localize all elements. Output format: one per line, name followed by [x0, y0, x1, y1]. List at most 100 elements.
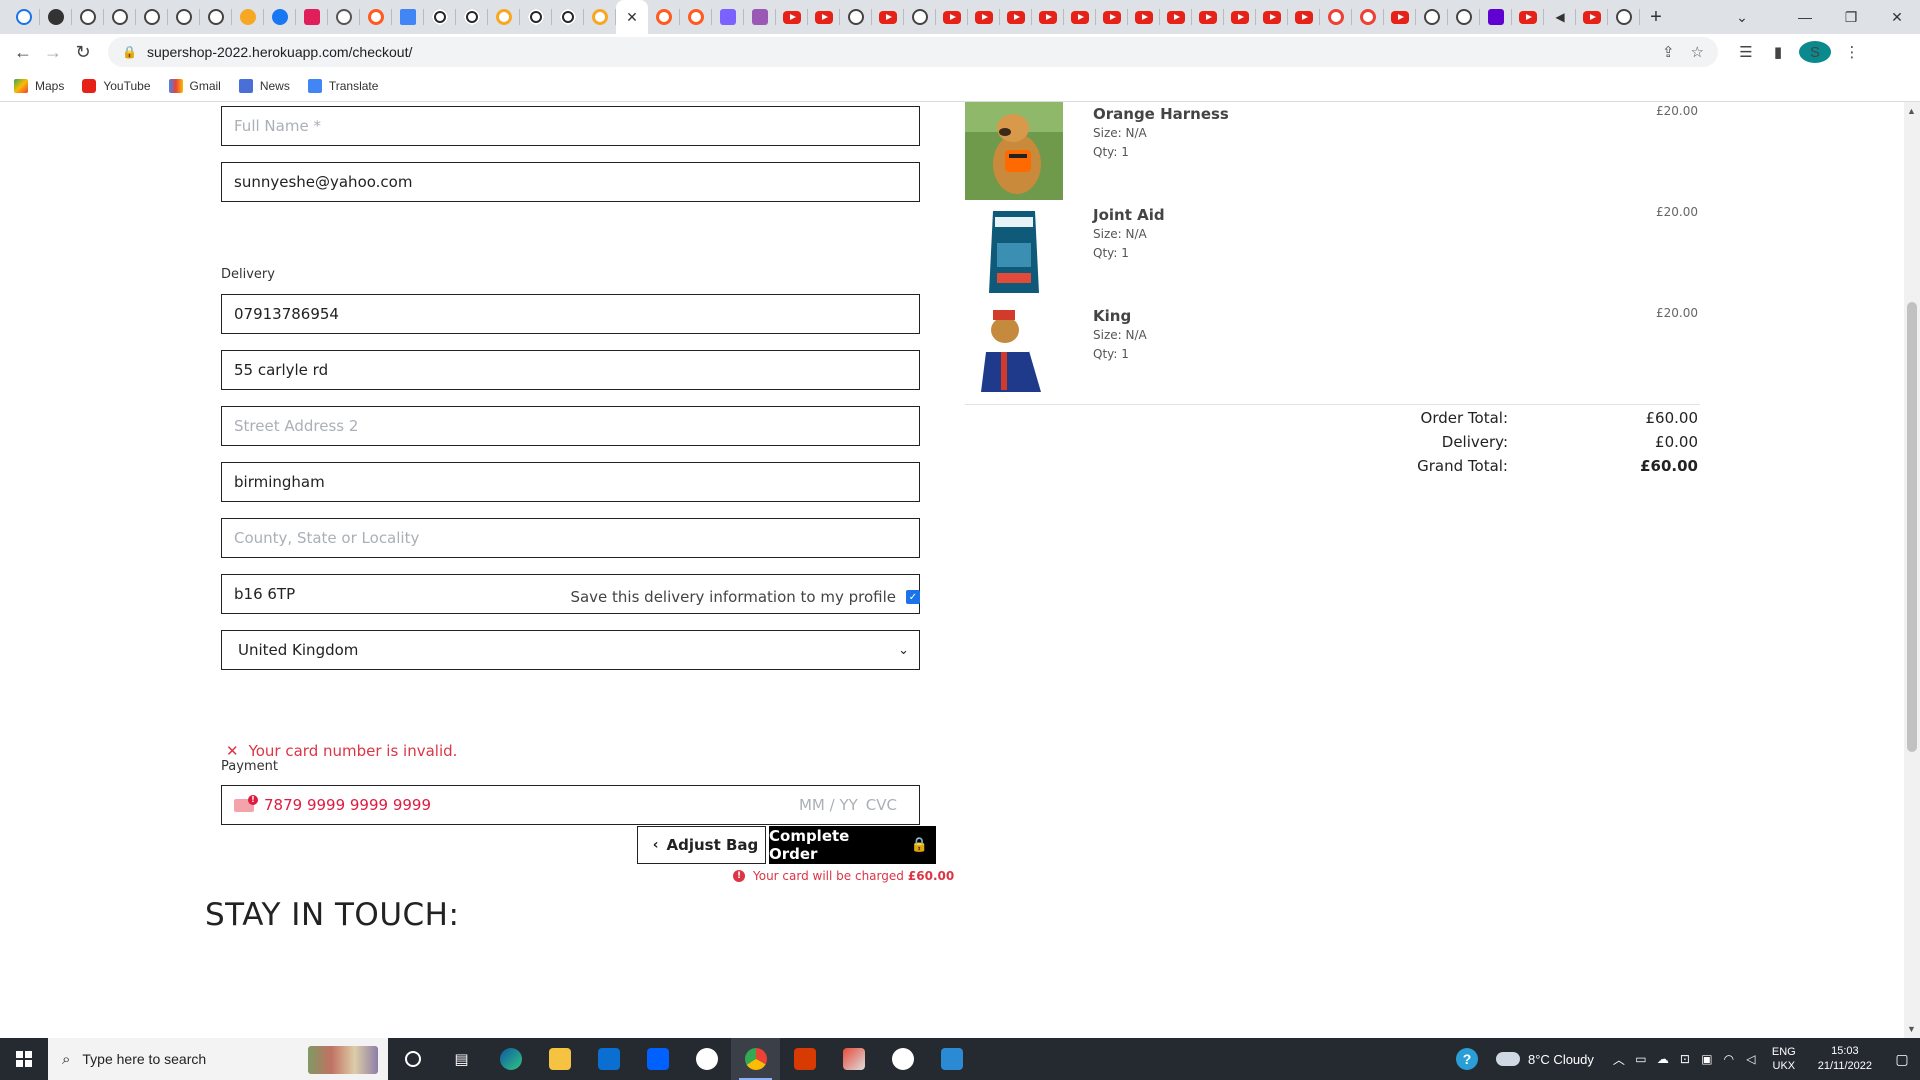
- help-icon[interactable]: ?: [1456, 1048, 1478, 1070]
- file-explorer-app[interactable]: [535, 1038, 584, 1080]
- card-cvc-input[interactable]: CVC: [866, 796, 897, 814]
- notifications-icon[interactable]: ▢: [1884, 1051, 1920, 1068]
- card-number-value[interactable]: 7879 9999 9999 9999: [264, 796, 799, 814]
- scrollbar-thumb[interactable]: [1907, 302, 1917, 752]
- tab-github[interactable]: [424, 0, 456, 34]
- tab-youtube[interactable]: [808, 0, 840, 34]
- close-window-button[interactable]: ✕: [1874, 9, 1920, 26]
- bookmark-youtube[interactable]: YouTube: [82, 78, 151, 93]
- tab-youtube[interactable]: [1192, 0, 1224, 34]
- item-name[interactable]: Joint Aid: [1093, 206, 1165, 224]
- tab-search-icon[interactable]: ⌄: [1722, 9, 1762, 26]
- tab-youtube[interactable]: [1064, 0, 1096, 34]
- country-select[interactable]: United Kingdom ⌄: [221, 630, 920, 670]
- full-name-input[interactable]: Full Name *: [221, 106, 920, 146]
- tab-google[interactable]: [1320, 0, 1352, 34]
- page-scrollbar[interactable]: ▲ ▼: [1904, 102, 1920, 1038]
- phone-input[interactable]: 07913786954: [221, 294, 920, 334]
- new-tab-button[interactable]: +: [1640, 6, 1672, 29]
- bookmark-gmail[interactable]: Gmail: [168, 78, 221, 93]
- github-desktop-app[interactable]: [682, 1038, 731, 1080]
- tab[interactable]: [712, 0, 744, 34]
- tab[interactable]: [648, 0, 680, 34]
- profile-avatar[interactable]: S: [1799, 41, 1831, 63]
- tab-youtube[interactable]: [1256, 0, 1288, 34]
- tab[interactable]: [360, 0, 392, 34]
- scroll-up-arrow[interactable]: ▲: [1907, 106, 1916, 116]
- tab[interactable]: [680, 0, 712, 34]
- street-address-2-input[interactable]: Street Address 2: [221, 406, 920, 446]
- tab-youtube[interactable]: [1032, 0, 1064, 34]
- tab-youtube[interactable]: [1000, 0, 1032, 34]
- adjust-bag-button[interactable]: ‹ Adjust Bag: [637, 826, 766, 864]
- tab-google[interactable]: [1352, 0, 1384, 34]
- save-info-checkbox[interactable]: ✓: [906, 590, 920, 604]
- street-address-1-input[interactable]: 55 carlyle rd: [221, 350, 920, 390]
- tab[interactable]: [1448, 0, 1480, 34]
- close-tab-icon[interactable]: ✕: [626, 9, 638, 26]
- tab[interactable]: [840, 0, 872, 34]
- tab-mail[interactable]: [1480, 0, 1512, 34]
- wifi-icon[interactable]: ◠: [1718, 1052, 1740, 1066]
- product-image-king[interactable]: [965, 304, 1063, 402]
- tab-youtube[interactable]: [936, 0, 968, 34]
- tab-youtube[interactable]: [1384, 0, 1416, 34]
- tab-github[interactable]: [456, 0, 488, 34]
- card-expiry-input[interactable]: MM / YY: [799, 796, 858, 814]
- tab[interactable]: [72, 0, 104, 34]
- item-name[interactable]: Orange Harness: [1093, 105, 1229, 123]
- reading-list-icon[interactable]: ☰: [1730, 43, 1762, 61]
- tab-youtube[interactable]: [1096, 0, 1128, 34]
- side-panel-icon[interactable]: ▮: [1762, 43, 1794, 61]
- tab[interactable]: [104, 0, 136, 34]
- tab[interactable]: [200, 0, 232, 34]
- tab-slack[interactable]: [296, 0, 328, 34]
- url-text[interactable]: supershop-2022.herokuapp.com/checkout/: [147, 44, 1646, 60]
- town-input[interactable]: birmingham: [221, 462, 920, 502]
- edge-app[interactable]: [486, 1038, 535, 1080]
- tab-github[interactable]: [552, 0, 584, 34]
- tab-youtube[interactable]: [1576, 0, 1608, 34]
- cortana-button[interactable]: [388, 1038, 437, 1080]
- tab[interactable]: [1416, 0, 1448, 34]
- tab[interactable]: [744, 0, 776, 34]
- dropbox-app[interactable]: [633, 1038, 682, 1080]
- bookmark-star-icon[interactable]: ☆: [1691, 43, 1704, 61]
- product-image-joint-aid[interactable]: [965, 203, 1063, 301]
- tab-youtube[interactable]: [776, 0, 808, 34]
- tab-youtube[interactable]: [1128, 0, 1160, 34]
- county-input[interactable]: County, State or Locality: [221, 518, 920, 558]
- usb-icon[interactable]: ⊡: [1674, 1052, 1696, 1066]
- mail-app[interactable]: [584, 1038, 633, 1080]
- share-icon[interactable]: ⇪: [1662, 43, 1675, 61]
- chrome-app[interactable]: [731, 1038, 780, 1080]
- tab-audio[interactable]: ◀: [1544, 0, 1576, 34]
- image-viewer-app[interactable]: [927, 1038, 976, 1080]
- tab-youtube[interactable]: [1160, 0, 1192, 34]
- tab-youtube[interactable]: [872, 0, 904, 34]
- minimize-button[interactable]: —: [1782, 9, 1828, 25]
- tab-youtube[interactable]: [1512, 0, 1544, 34]
- volume-icon[interactable]: ◁: [1740, 1052, 1762, 1066]
- emoji-app[interactable]: [878, 1038, 927, 1080]
- show-hidden-icons[interactable]: ︿: [1608, 1051, 1630, 1068]
- back-button[interactable]: ←: [8, 42, 38, 63]
- language-indicator[interactable]: ENG UKX: [1772, 1045, 1796, 1073]
- tab[interactable]: [328, 0, 360, 34]
- photos-app[interactable]: [829, 1038, 878, 1080]
- battery-icon[interactable]: ▭: [1630, 1052, 1652, 1066]
- scroll-down-arrow[interactable]: ▼: [1907, 1024, 1916, 1034]
- tab-active[interactable]: ✕: [616, 0, 648, 34]
- taskbar-search[interactable]: ⌕ Type here to search: [48, 1038, 388, 1080]
- display-icon[interactable]: ▣: [1696, 1052, 1718, 1066]
- card-input[interactable]: 7879 9999 9999 9999 MM / YY CVC: [221, 785, 920, 825]
- onedrive-icon[interactable]: ☁: [1652, 1052, 1674, 1066]
- tab[interactable]: [904, 0, 936, 34]
- tab-youtube[interactable]: [968, 0, 1000, 34]
- weather-widget[interactable]: 8°C Cloudy: [1496, 1052, 1594, 1067]
- start-button[interactable]: [0, 1038, 48, 1080]
- tab[interactable]: [1608, 0, 1640, 34]
- tab[interactable]: [40, 0, 72, 34]
- tab-history[interactable]: [8, 0, 40, 34]
- tab-facebook[interactable]: [264, 0, 296, 34]
